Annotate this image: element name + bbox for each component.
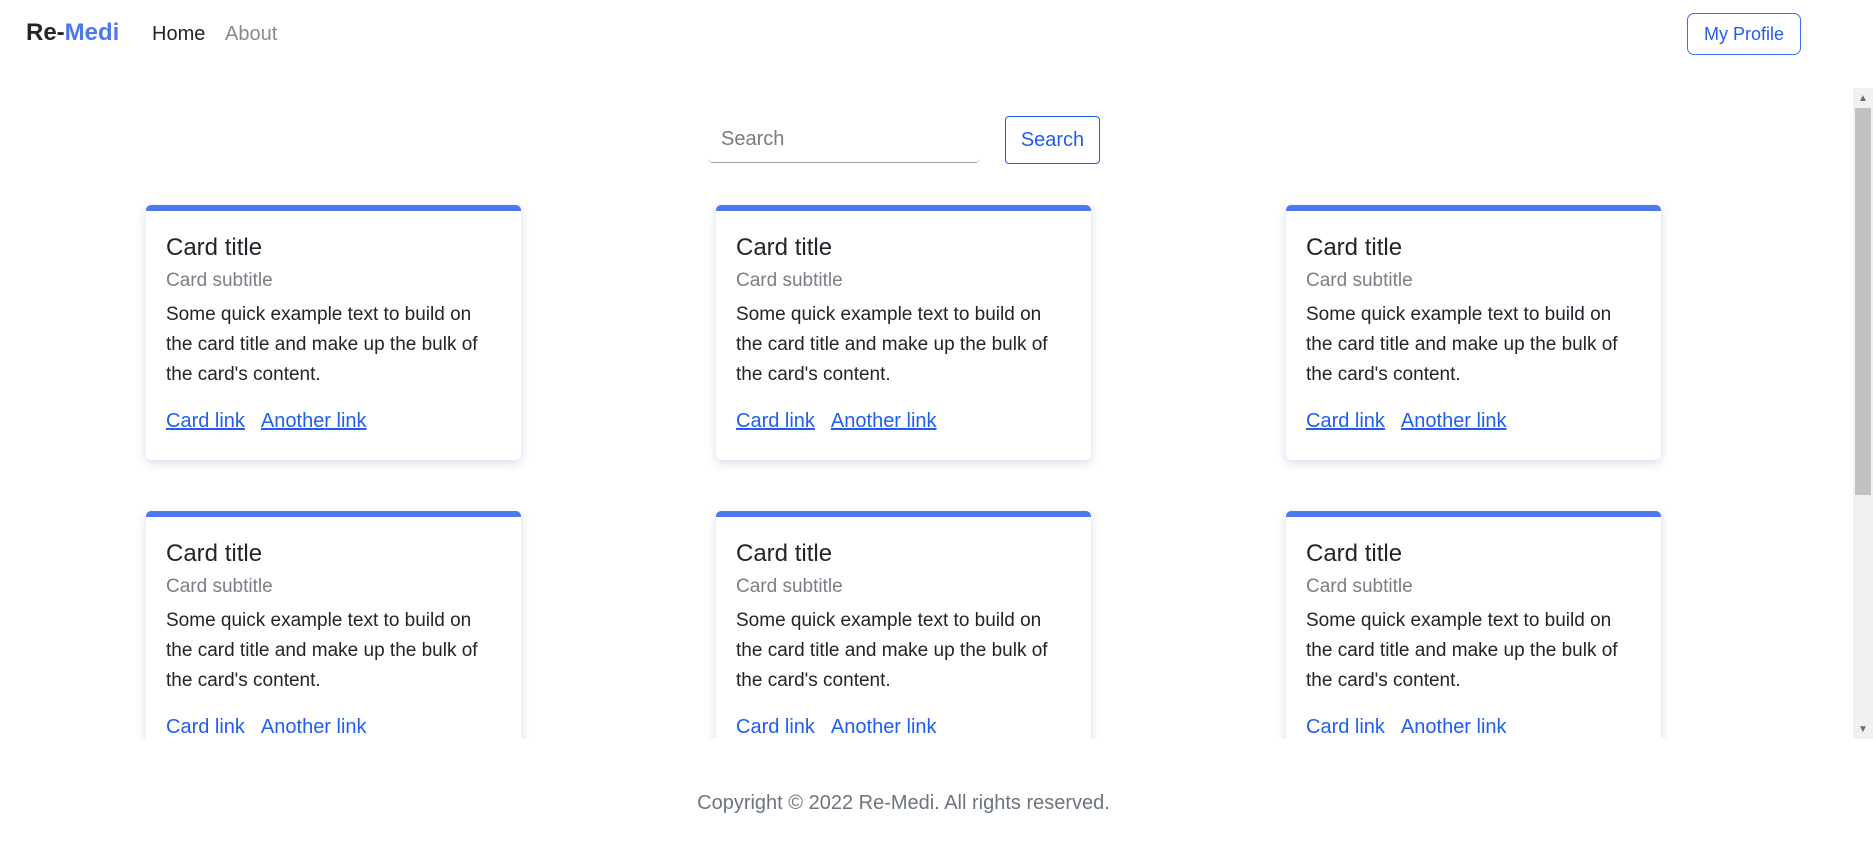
card-subtitle: Card subtitle xyxy=(736,270,843,291)
brand-logo[interactable]: Re-Medi xyxy=(26,19,119,47)
another-link[interactable]: Another link xyxy=(261,716,367,738)
card-link[interactable]: Card link xyxy=(736,716,815,738)
card: Card title Card subtitle Some quick exam… xyxy=(716,205,1091,460)
navbar: Re-Medi Home About My Profile xyxy=(0,0,1873,68)
card: Card title Card subtitle Some quick exam… xyxy=(1286,205,1661,460)
card-text: Some quick example text to build on the … xyxy=(736,304,1048,385)
card-subtitle: Card subtitle xyxy=(166,576,273,597)
another-link[interactable]: Another link xyxy=(1401,410,1507,432)
card-text: Some quick example text to build on the … xyxy=(736,610,1048,691)
vertical-scrollbar[interactable]: ▲ ▼ xyxy=(1853,88,1873,739)
card-text: Some quick example text to build on the … xyxy=(1306,610,1618,691)
brand-prefix: Re- xyxy=(26,19,65,46)
card-link[interactable]: Card link xyxy=(166,410,245,432)
card: Card title Card subtitle Some quick exam… xyxy=(716,511,1091,739)
card-title: Card title xyxy=(1306,234,1403,261)
footer-copyright: Copyright © 2022 Re-Medi. All rights res… xyxy=(697,792,1110,814)
card-text: Some quick example text to build on the … xyxy=(1306,304,1618,385)
another-link[interactable]: Another link xyxy=(261,410,367,432)
card-title: Card title xyxy=(736,540,833,567)
card-link[interactable]: Card link xyxy=(736,410,815,432)
card-link[interactable]: Card link xyxy=(1306,410,1385,432)
my-profile-button[interactable]: My Profile xyxy=(1687,13,1801,55)
main-content: Search Card title Card subtitle Some qui… xyxy=(0,88,1873,739)
another-link[interactable]: Another link xyxy=(831,716,937,738)
card-title: Card title xyxy=(736,234,833,261)
card: Card title Card subtitle Some quick exam… xyxy=(146,511,521,739)
card-link[interactable]: Card link xyxy=(1306,716,1385,738)
card-text: Some quick example text to build on the … xyxy=(166,304,478,385)
card-title: Card title xyxy=(1306,540,1403,567)
search-button[interactable]: Search xyxy=(1005,116,1100,164)
brand-accent: Medi xyxy=(64,19,120,46)
nav-home-link[interactable]: Home xyxy=(152,23,205,46)
another-link[interactable]: Another link xyxy=(831,410,937,432)
nav-about-link[interactable]: About xyxy=(225,23,277,46)
card-link[interactable]: Card link xyxy=(166,716,245,738)
card-title: Card title xyxy=(166,540,263,567)
scroll-down-arrow-icon[interactable]: ▼ xyxy=(1853,721,1873,737)
card-text: Some quick example text to build on the … xyxy=(166,610,478,691)
card: Card title Card subtitle Some quick exam… xyxy=(146,205,521,460)
scroll-up-arrow-icon[interactable]: ▲ xyxy=(1853,90,1873,106)
another-link[interactable]: Another link xyxy=(1401,716,1507,738)
search-input[interactable] xyxy=(708,116,980,163)
card-subtitle: Card subtitle xyxy=(1306,270,1413,291)
card-subtitle: Card subtitle xyxy=(736,576,843,597)
scrollbar-thumb[interactable] xyxy=(1855,108,1871,495)
card-title: Card title xyxy=(166,234,263,261)
card: Card title Card subtitle Some quick exam… xyxy=(1286,511,1661,739)
card-subtitle: Card subtitle xyxy=(1306,576,1413,597)
card-subtitle: Card subtitle xyxy=(166,270,273,291)
